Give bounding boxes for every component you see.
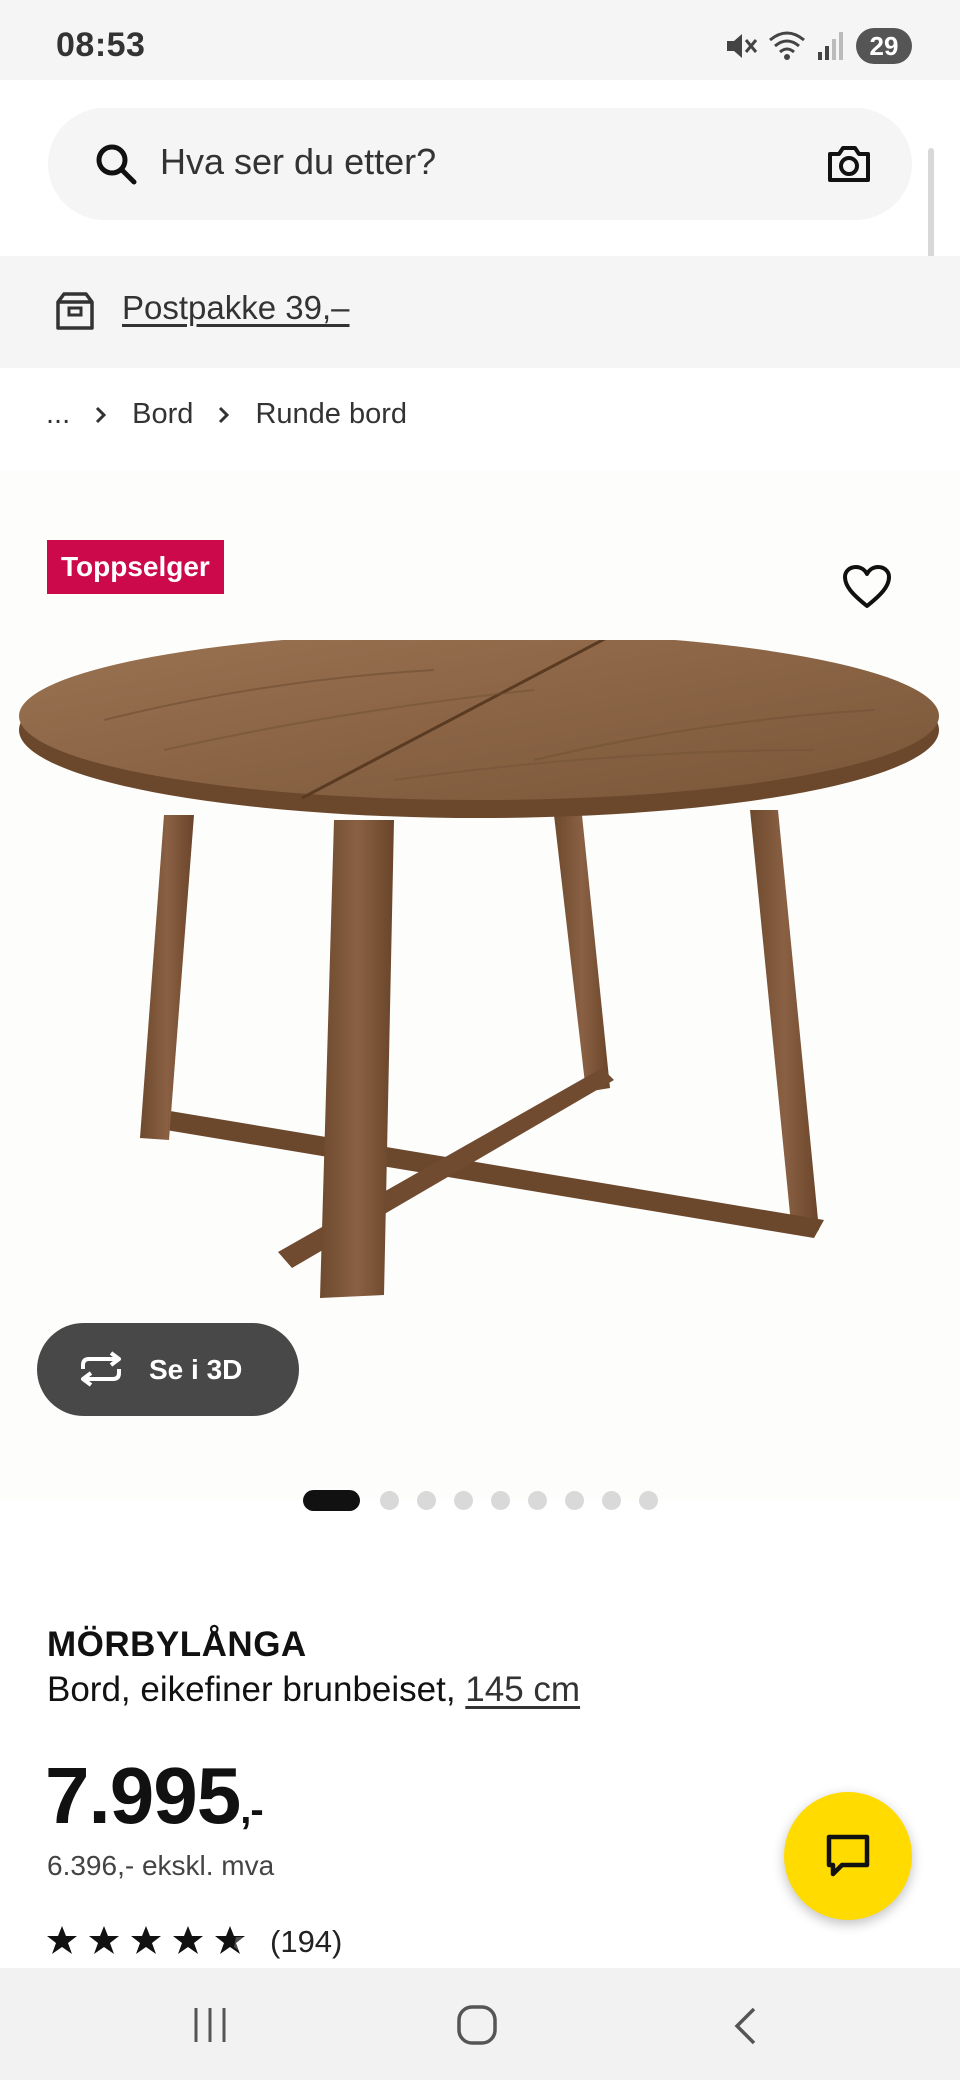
- signal-icon: [816, 30, 846, 62]
- star-icon: [172, 1925, 204, 1960]
- favorite-heart-icon[interactable]: [842, 564, 892, 615]
- chevron-right-icon: [94, 405, 108, 425]
- search-input[interactable]: Hva ser du etter?: [48, 108, 912, 220]
- rotate-icon: [77, 1351, 125, 1394]
- carousel-dot[interactable]: [602, 1491, 621, 1510]
- product-name: MÖRBYLÅNGA: [47, 1625, 307, 1664]
- system-nav-bar: [0, 1968, 960, 2080]
- product-description-text: Bord, eikefiner brunbeiset,: [47, 1670, 466, 1709]
- product-price: 7.995,-: [45, 1750, 264, 1842]
- recents-icon[interactable]: [192, 2006, 228, 2049]
- status-time: 08:53: [56, 26, 146, 64]
- product-rating[interactable]: (194): [46, 1924, 342, 1960]
- carousel-dot[interactable]: [303, 1490, 360, 1511]
- price-ex-vat: 6.396,- ekskl. mva: [47, 1850, 275, 1881]
- status-icons: 29: [724, 28, 912, 64]
- product-size-link[interactable]: 145 cm: [465, 1670, 580, 1709]
- breadcrumb-item-runde-bord[interactable]: Runde bord: [255, 398, 407, 431]
- carousel-dot[interactable]: [491, 1491, 510, 1510]
- view-in-3d-label: Se i 3D: [149, 1354, 243, 1385]
- promo-bar[interactable]: Postpakke 39,–: [0, 256, 960, 368]
- carousel-dot[interactable]: [528, 1491, 547, 1510]
- breadcrumb-item-bord[interactable]: Bord: [132, 398, 193, 431]
- search-icon: [92, 140, 140, 193]
- topseller-badge: Toppselger: [47, 540, 224, 594]
- view-in-3d-button[interactable]: Se i 3D: [37, 1323, 299, 1416]
- breadcrumb: ... Bord Runde bord: [46, 398, 407, 431]
- breadcrumb-ellipsis[interactable]: ...: [46, 398, 70, 431]
- search-placeholder: Hva ser du etter?: [160, 141, 437, 182]
- wifi-icon: [768, 30, 806, 62]
- star-icon: [130, 1925, 162, 1960]
- parcel-icon: [54, 290, 96, 337]
- carousel-dot[interactable]: [417, 1491, 436, 1510]
- carousel-dot[interactable]: [565, 1491, 584, 1510]
- carousel-dot[interactable]: [639, 1491, 658, 1510]
- header: Hva ser du etter?: [0, 80, 960, 256]
- back-icon[interactable]: [732, 2006, 758, 2051]
- star-half-icon: [214, 1925, 246, 1960]
- price-suffix: ,-: [240, 1788, 263, 1832]
- chat-button[interactable]: [784, 1792, 912, 1920]
- camera-icon[interactable]: [826, 140, 872, 191]
- mute-icon: [724, 30, 758, 62]
- image-carousel-dots: [303, 1490, 658, 1511]
- carousel-dot[interactable]: [454, 1491, 473, 1510]
- promo-link[interactable]: Postpakke 39,–: [122, 289, 350, 327]
- status-bar: 08:53 29: [0, 0, 960, 80]
- star-icon: [88, 1925, 120, 1960]
- rating-count: (194): [270, 1924, 343, 1959]
- product-description: Bord, eikefiner brunbeiset, 145 cm: [47, 1670, 580, 1710]
- star-icon: [46, 1925, 78, 1960]
- chevron-right-icon: [217, 405, 231, 425]
- home-icon[interactable]: [456, 2004, 498, 2051]
- price-value: 7.995: [45, 1751, 241, 1840]
- product-image-table[interactable]: [14, 640, 944, 1300]
- battery-indicator: 29: [856, 28, 912, 64]
- carousel-dot[interactable]: [380, 1491, 399, 1510]
